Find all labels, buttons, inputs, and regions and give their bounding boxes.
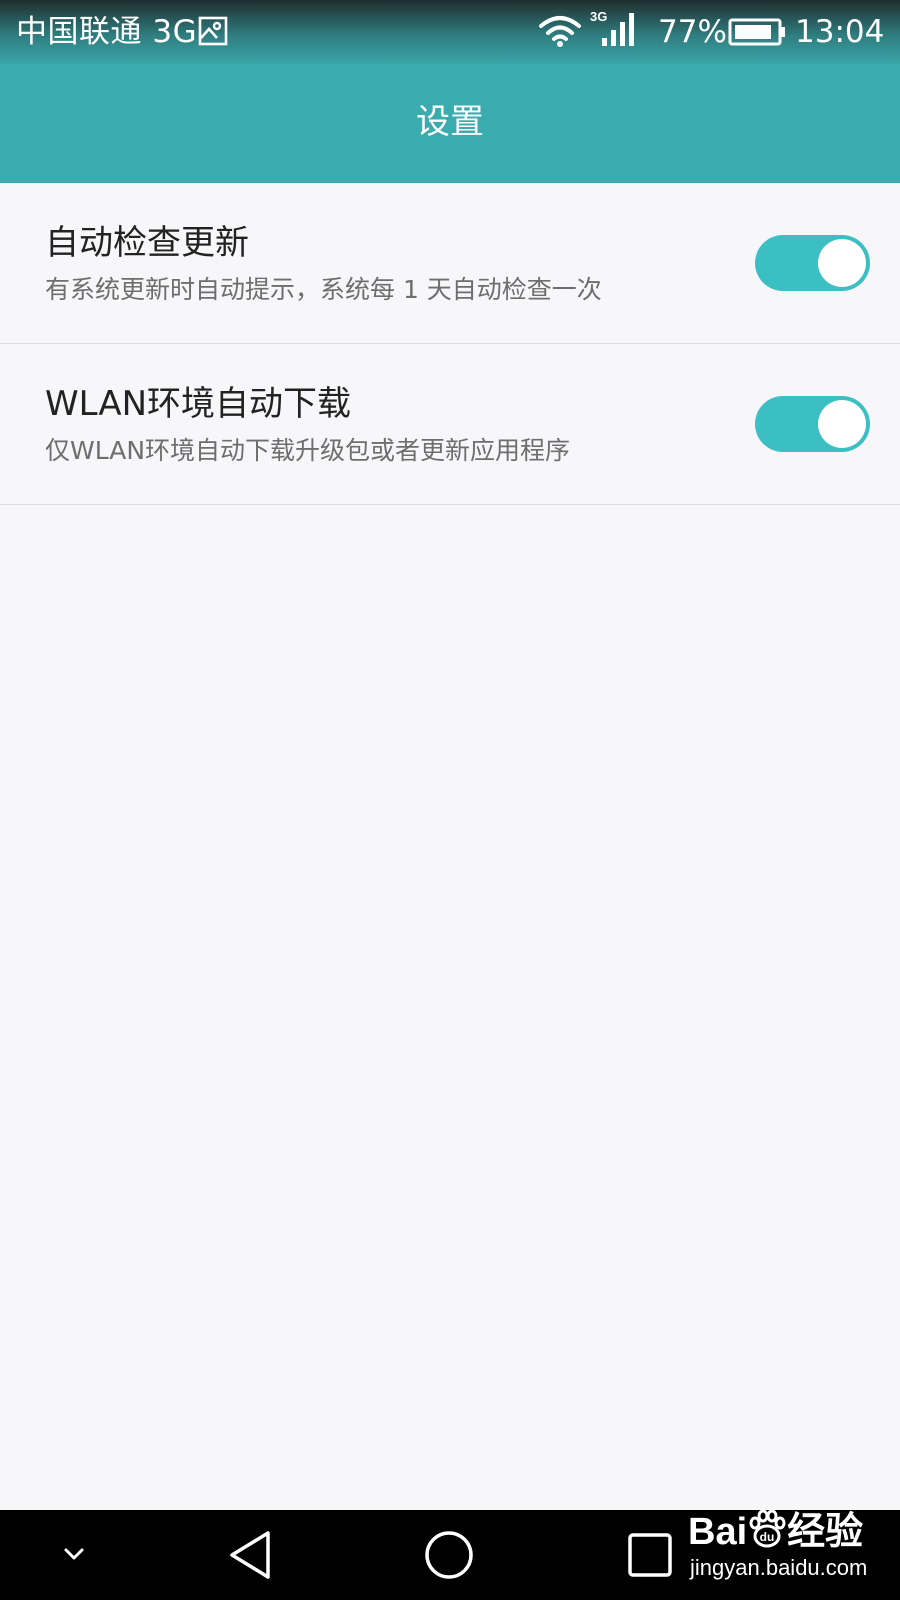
chevron-down-icon[interactable] [58, 1540, 90, 1572]
setting-title: 自动检查更新 [45, 223, 249, 263]
back-icon[interactable] [226, 1529, 276, 1585]
page-title: 设置 [416, 102, 484, 142]
wifi-icon [538, 14, 582, 52]
wlan-auto-download-toggle[interactable] [755, 396, 870, 452]
svg-text:du: du [760, 1530, 775, 1544]
battery-icon [728, 18, 788, 50]
app-header: 设置 [0, 64, 900, 183]
setting-auto-check-update[interactable]: 自动检查更新 有系统更新时自动提示，系统每 1 天自动检查一次 [0, 183, 900, 344]
toggle-knob [818, 239, 866, 287]
baidu-watermark: Bai du 经验 jingyan.baidu.com [688, 1505, 883, 1587]
setting-subtitle: 有系统更新时自动提示，系统每 1 天自动检查一次 [45, 275, 602, 304]
watermark-brand-left: Bai [688, 1511, 748, 1554]
watermark-brand-right: 经验 [787, 1511, 864, 1554]
setting-title: WLAN环境自动下载 [45, 384, 352, 424]
setting-subtitle: 仅WLAN环境自动下载升级包或者更新应用程序 [45, 436, 571, 465]
carrier-label: 中国联通 3G [16, 14, 198, 50]
clock: 13:04 [795, 14, 885, 50]
setting-wlan-auto-download[interactable]: WLAN环境自动下载 仅WLAN环境自动下载升级包或者更新应用程序 [0, 344, 900, 505]
auto-check-update-toggle[interactable] [755, 235, 870, 291]
paw-icon: du [747, 1509, 787, 1559]
svg-text:3G: 3G [590, 9, 607, 24]
battery-percent: 77% [658, 14, 727, 50]
recents-icon[interactable] [626, 1531, 674, 1583]
signal-3g-icon: 3G [590, 8, 642, 54]
home-icon[interactable] [423, 1529, 475, 1585]
settings-list: 自动检查更新 有系统更新时自动提示，系统每 1 天自动检查一次 WLAN环境自动… [0, 183, 900, 505]
watermark-brand: Bai du 经验 [688, 1509, 863, 1559]
status-bar: 中国联通 3G 3G 77% 13:04 [0, 0, 900, 64]
watermark-url: jingyan.baidu.com [690, 1555, 868, 1580]
toggle-knob [818, 400, 866, 448]
gallery-icon [198, 16, 228, 50]
